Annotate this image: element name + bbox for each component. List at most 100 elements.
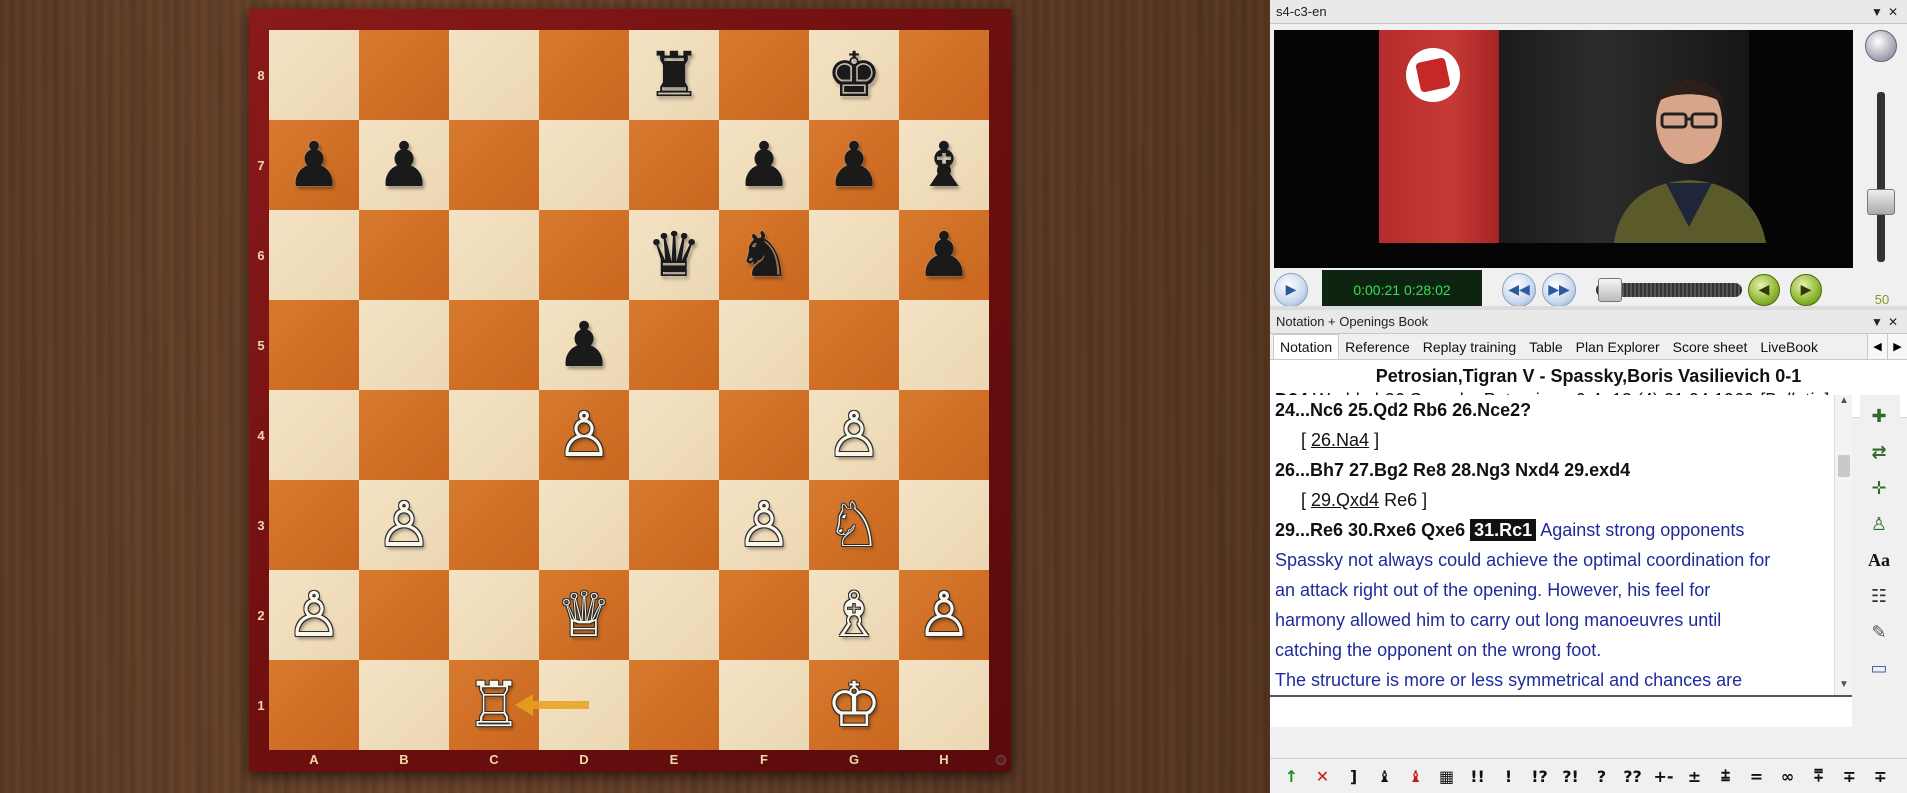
- square-b2[interactable]: [359, 570, 449, 660]
- square-h4[interactable]: [899, 390, 989, 480]
- white-rook-icon[interactable]: ♖: [466, 674, 522, 736]
- square-g5[interactable]: [809, 300, 899, 390]
- black-bishop-icon[interactable]: ♝: [916, 134, 972, 196]
- square-g1[interactable]: ♔: [809, 660, 899, 750]
- annotation-symbol-button[interactable]: ↑: [1276, 762, 1307, 790]
- annotation-symbol-button[interactable]: ∞: [1772, 762, 1803, 790]
- square-a2[interactable]: ♙: [269, 570, 359, 660]
- square-b5[interactable]: [359, 300, 449, 390]
- tab-scroll-right-icon[interactable]: ▶: [1887, 334, 1907, 359]
- rewind-button[interactable]: ◀◀: [1502, 273, 1536, 307]
- move-line[interactable]: 26...Bh7 27.Bg2 Re8 28.Ng3 Nxd4 29.exd4: [1275, 455, 1834, 485]
- square-h8[interactable]: [899, 30, 989, 120]
- seek-handle[interactable]: [1598, 278, 1622, 302]
- square-h2[interactable]: ♙: [899, 570, 989, 660]
- square-e8[interactable]: ♜: [629, 30, 719, 120]
- square-e2[interactable]: [629, 570, 719, 660]
- add-variation-icon[interactable]: ✛: [1864, 473, 1894, 503]
- square-d7[interactable]: [539, 120, 629, 210]
- square-a5[interactable]: [269, 300, 359, 390]
- previous-button[interactable]: ◀: [1748, 274, 1780, 306]
- black-queen-icon[interactable]: ♛: [646, 224, 702, 286]
- square-h3[interactable]: [899, 480, 989, 570]
- annotation-symbol-button[interactable]: ⩲: [1710, 762, 1741, 790]
- square-h7[interactable]: ♝: [899, 120, 989, 210]
- square-f2[interactable]: [719, 570, 809, 660]
- board-options-dot[interactable]: [996, 755, 1006, 765]
- square-f7[interactable]: ♟: [719, 120, 809, 210]
- chess-board[interactable]: ♜ ♚ ♟ ♟ ♟ ♟ ♝ ♛ ♞ ♟ ♟ ♙ ♙ ♙ ♙ ♘ ♙ ♕ ♗ ♙ ♖ ♔: [269, 30, 989, 750]
- annotation-symbol-button[interactable]: ?!: [1555, 762, 1586, 790]
- square-h6[interactable]: ♟: [899, 210, 989, 300]
- black-rook-icon[interactable]: ♜: [646, 44, 702, 106]
- next-button[interactable]: ▶: [1790, 274, 1822, 306]
- annotation-symbol-button[interactable]: !?: [1524, 762, 1555, 790]
- seek-bar[interactable]: [1596, 278, 1742, 302]
- square-b7[interactable]: ♟: [359, 120, 449, 210]
- video-frame[interactable]: [1274, 30, 1853, 268]
- square-f8[interactable]: [719, 30, 809, 120]
- black-king-icon[interactable]: ♚: [826, 44, 882, 106]
- square-d3[interactable]: [539, 480, 629, 570]
- square-g2[interactable]: ♗: [809, 570, 899, 660]
- tab-table[interactable]: Table: [1523, 334, 1569, 359]
- white-pawn-icon[interactable]: ♙: [556, 404, 612, 466]
- annotation-symbol-button[interactable]: =: [1741, 762, 1772, 790]
- black-knight-icon[interactable]: ♞: [736, 224, 792, 286]
- current-move[interactable]: 31.Rc1: [1470, 519, 1537, 541]
- square-b6[interactable]: [359, 210, 449, 300]
- square-f3[interactable]: ♙: [719, 480, 809, 570]
- engine-icon[interactable]: ✚: [1864, 401, 1894, 431]
- tab-livebook[interactable]: LiveBook: [1754, 334, 1825, 359]
- square-a1[interactable]: [269, 660, 359, 750]
- scroll-up-icon[interactable]: ▲: [1835, 395, 1853, 411]
- eraser-icon[interactable]: ▭: [1864, 653, 1894, 683]
- font-icon[interactable]: Aa: [1864, 545, 1894, 575]
- notation-scrollbar[interactable]: ▲ ▼: [1834, 395, 1852, 695]
- square-e7[interactable]: [629, 120, 719, 210]
- annotation-symbol-button[interactable]: ?: [1586, 762, 1617, 790]
- annotation-symbol-button[interactable]: ∓: [1834, 762, 1865, 790]
- tab-plan-explorer[interactable]: Plan Explorer: [1570, 334, 1667, 359]
- scroll-thumb[interactable]: [1838, 455, 1850, 477]
- square-d4[interactable]: ♙: [539, 390, 629, 480]
- square-h5[interactable]: [899, 300, 989, 390]
- play-button[interactable]: ▶: [1274, 273, 1308, 307]
- white-pawn-icon[interactable]: ♙: [736, 494, 792, 556]
- square-f5[interactable]: [719, 300, 809, 390]
- white-pawn-icon[interactable]: ♙: [376, 494, 432, 556]
- square-a6[interactable]: [269, 210, 359, 300]
- fast-forward-button[interactable]: ▶▶: [1542, 273, 1576, 307]
- annotation-symbol-button[interactable]: ??: [1617, 762, 1648, 790]
- notation-body[interactable]: 24...Nc6 25.Qd2 Rb6 26.Nce2? [ 26.Na4 ] …: [1270, 395, 1834, 695]
- volume-handle[interactable]: [1867, 189, 1895, 215]
- square-c5[interactable]: [449, 300, 539, 390]
- square-h1[interactable]: [899, 660, 989, 750]
- annotation-symbol-button[interactable]: +-: [1648, 762, 1679, 790]
- square-e1[interactable]: [629, 660, 719, 750]
- volume-track[interactable]: [1877, 92, 1885, 262]
- square-f1[interactable]: [719, 660, 809, 750]
- annotation-symbol-button[interactable]: ✕: [1307, 762, 1338, 790]
- square-d5[interactable]: ♟: [539, 300, 629, 390]
- tab-score-sheet[interactable]: Score sheet: [1667, 334, 1755, 359]
- white-bishop-icon[interactable]: ♗: [826, 584, 882, 646]
- white-pawn-icon[interactable]: ♙: [916, 584, 972, 646]
- square-e5[interactable]: [629, 300, 719, 390]
- square-e4[interactable]: [629, 390, 719, 480]
- annotation-symbol-button[interactable]: ]: [1338, 762, 1369, 790]
- square-d8[interactable]: [539, 30, 629, 120]
- white-knight-icon[interactable]: ♘: [826, 494, 882, 556]
- annotation-symbol-button[interactable]: !!: [1462, 762, 1493, 790]
- square-e3[interactable]: [629, 480, 719, 570]
- annotate-icon[interactable]: ✎: [1864, 617, 1894, 647]
- black-pawn-icon[interactable]: ♟: [736, 134, 792, 196]
- square-a7[interactable]: ♟: [269, 120, 359, 210]
- square-c2[interactable]: [449, 570, 539, 660]
- tab-reference[interactable]: Reference: [1339, 334, 1417, 359]
- tab-notation[interactable]: Notation: [1273, 334, 1340, 359]
- black-pawn-icon[interactable]: ♟: [286, 134, 342, 196]
- tree-icon[interactable]: ☷: [1864, 581, 1894, 611]
- white-queen-icon[interactable]: ♕: [556, 584, 612, 646]
- square-c3[interactable]: [449, 480, 539, 570]
